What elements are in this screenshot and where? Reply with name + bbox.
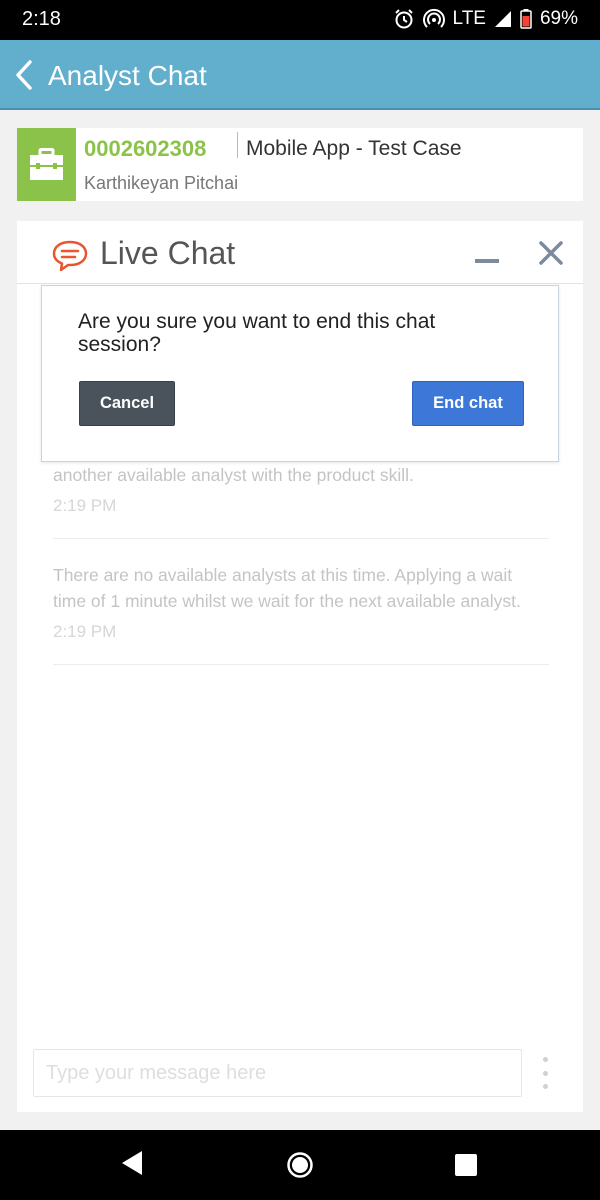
recents-nav-icon[interactable] bbox=[455, 1154, 477, 1181]
divider bbox=[237, 132, 238, 158]
message-divider bbox=[53, 538, 549, 539]
app-bar: Analyst Chat bbox=[0, 40, 600, 110]
list-item: There are no available analysts at this … bbox=[53, 562, 549, 665]
chat-bubble-icon bbox=[51, 239, 89, 278]
more-options-icon[interactable] bbox=[541, 1057, 549, 1089]
close-icon bbox=[539, 241, 563, 265]
back-button[interactable] bbox=[10, 56, 40, 94]
chat-header: Live Chat bbox=[17, 221, 583, 284]
end-chat-dialog: Are you sure you want to end this chat s… bbox=[41, 285, 559, 462]
chat-title: Live Chat bbox=[100, 235, 236, 271]
status-bar: 2:18 LTE 69% bbox=[0, 0, 600, 40]
network-type: LTE bbox=[452, 8, 486, 29]
case-card[interactable]: 0002602308 Mobile App - Test Case Karthi… bbox=[17, 128, 583, 201]
message-time: 2:19 PM bbox=[53, 496, 117, 515]
dialog-message: Are you sure you want to end this chat s… bbox=[78, 310, 436, 356]
minimize-button[interactable] bbox=[475, 259, 499, 263]
cancel-button[interactable]: Cancel bbox=[79, 381, 175, 426]
end-chat-button[interactable]: End chat bbox=[412, 381, 524, 426]
battery-icon bbox=[520, 9, 532, 29]
navigation-bar bbox=[0, 1130, 600, 1200]
home-nav-icon[interactable] bbox=[286, 1151, 314, 1184]
list-item: another available analyst with the produ… bbox=[53, 462, 549, 539]
case-subject: Mobile App - Test Case bbox=[246, 137, 462, 160]
message-text: There are no available analysts at this … bbox=[53, 565, 521, 611]
message-divider bbox=[53, 664, 549, 665]
close-button[interactable] bbox=[537, 239, 565, 267]
status-icons: LTE 69% bbox=[393, 8, 578, 30]
signal-icon bbox=[494, 10, 512, 28]
message-text: another available analyst with the produ… bbox=[53, 465, 414, 485]
hotspot-icon bbox=[422, 8, 445, 30]
chevron-left-icon bbox=[16, 60, 32, 90]
case-icon-tile bbox=[17, 128, 76, 201]
case-number-link[interactable]: 0002602308 bbox=[84, 136, 206, 162]
message-time: 2:19 PM bbox=[53, 622, 117, 641]
back-nav-icon[interactable] bbox=[120, 1150, 144, 1181]
alarm-icon bbox=[393, 8, 415, 30]
message-input[interactable]: Type your message here bbox=[33, 1049, 522, 1097]
status-time: 2:18 bbox=[22, 8, 61, 30]
battery-percent: 69% bbox=[539, 8, 578, 29]
page-title: Analyst Chat bbox=[48, 60, 207, 91]
live-chat-panel: Live Chat another available analyst with… bbox=[17, 221, 583, 1112]
case-owner: Karthikeyan Pitchai bbox=[84, 173, 239, 193]
message-input-placeholder: Type your message here bbox=[46, 1062, 267, 1084]
briefcase-icon bbox=[30, 148, 63, 180]
